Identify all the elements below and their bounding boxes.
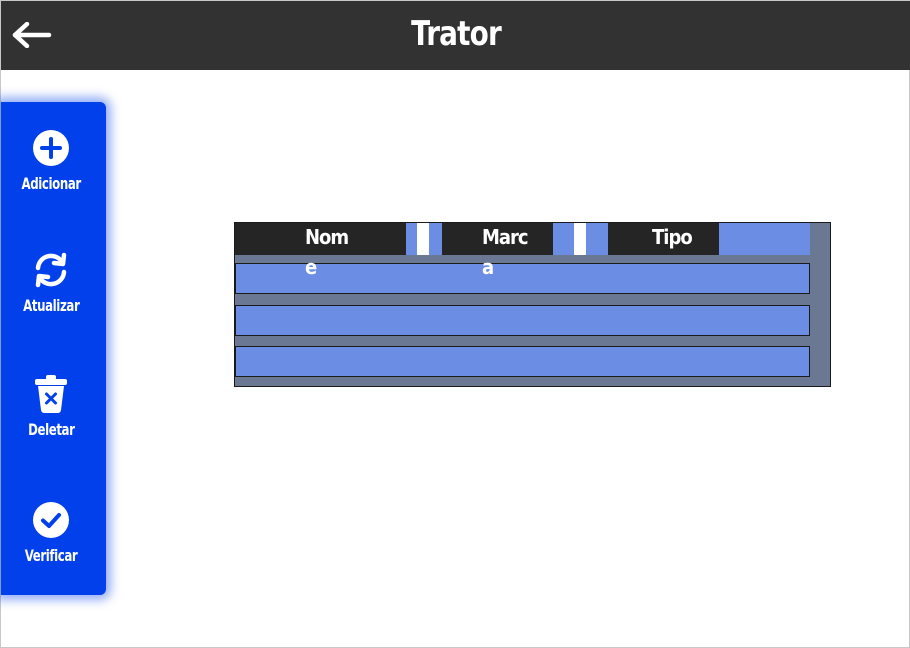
- table-row[interactable]: [235, 263, 810, 294]
- refresh-icon: [31, 250, 71, 290]
- column-resize-handle[interactable]: [417, 223, 429, 255]
- column-header-nome-overflow: e: [305, 255, 318, 279]
- verify-button-label: Verificar: [24, 546, 78, 565]
- column-header-tipo[interactable]: Tipo: [608, 223, 719, 255]
- check-circle-icon: [31, 500, 71, 540]
- tractor-table: Nom Marc Tipo e a: [234, 222, 831, 387]
- app-header: Trator: [1, 1, 910, 70]
- refresh-button[interactable]: Atualizar: [1, 250, 101, 346]
- column-header-nome-label: Nom: [305, 225, 349, 249]
- column-header-marca-label: Marc: [482, 225, 529, 249]
- column-header-nome[interactable]: Nom: [235, 223, 406, 255]
- action-sidebar: Adicionar Atualizar Deletar Verificar: [1, 102, 106, 595]
- page-title: Trator: [411, 14, 502, 54]
- verify-button[interactable]: Verificar: [1, 500, 101, 596]
- plus-circle-icon: [31, 128, 71, 168]
- table-row[interactable]: [235, 305, 810, 336]
- table-row[interactable]: [235, 346, 810, 377]
- column-header-marca[interactable]: Marc: [442, 223, 553, 255]
- back-button[interactable]: [9, 15, 55, 55]
- table-header: Nom Marc Tipo: [235, 223, 810, 255]
- column-header-marca-overflow: a: [482, 255, 495, 279]
- column-resize-handle[interactable]: [574, 223, 586, 255]
- trash-icon: [31, 374, 71, 414]
- table-scrollbar[interactable]: [810, 223, 830, 386]
- refresh-button-label: Atualizar: [22, 296, 80, 315]
- column-header-tipo-label: Tipo: [652, 225, 693, 249]
- add-button-label: Adicionar: [21, 174, 81, 193]
- delete-button-label: Deletar: [27, 420, 75, 439]
- arrow-left-icon: [12, 22, 52, 48]
- add-button[interactable]: Adicionar: [1, 128, 101, 224]
- delete-button[interactable]: Deletar: [1, 374, 101, 470]
